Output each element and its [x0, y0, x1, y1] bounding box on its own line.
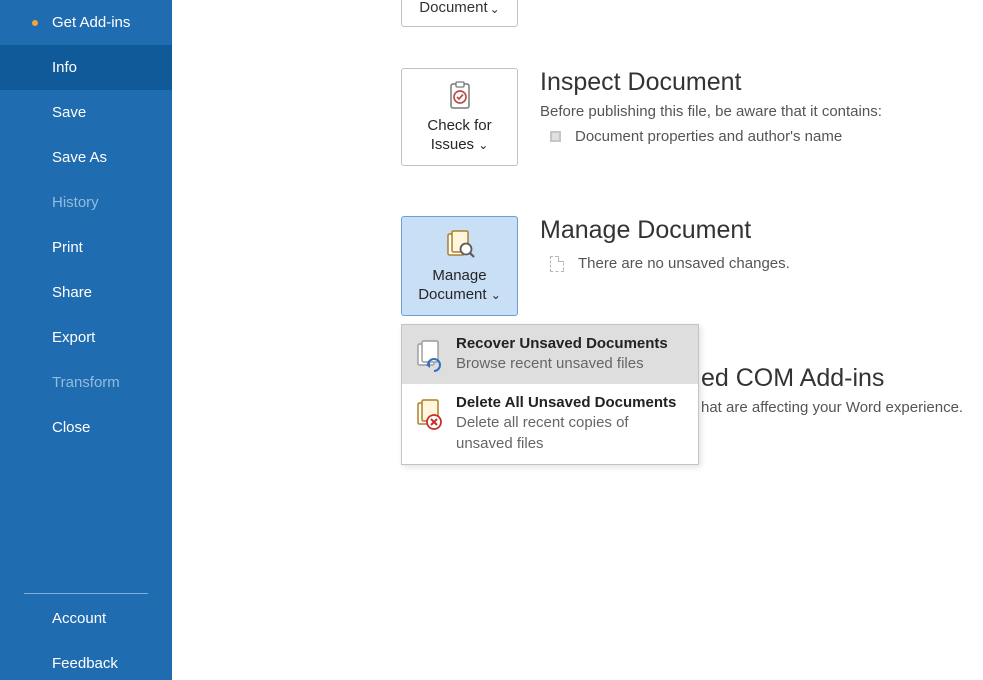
delete-unsaved-item[interactable]: Delete All Unsaved Documents Delete all … — [402, 384, 698, 464]
inspect-bullet-text: Document properties and author's name — [575, 128, 842, 145]
com-addins-desc: hat are affecting your Word experience. — [701, 399, 963, 416]
manage-document-section: Manage Document ⌄ Manage Document There … — [401, 216, 790, 316]
sidebar-item-label: Transform — [52, 374, 120, 391]
sidebar-item-transform: Transform — [0, 360, 172, 405]
sidebar-item-label: Share — [52, 284, 92, 301]
sidebar-item-label: Get Add-ins — [52, 14, 130, 31]
protect-document-button[interactable]: Document ⌄ — [401, 0, 518, 27]
sidebar-item-get-addins[interactable]: Get Add-ins — [0, 0, 172, 45]
inspect-document-desc: Before publishing this file, be aware th… — [540, 103, 882, 120]
delete-documents-icon — [412, 394, 446, 432]
sidebar-item-history: History — [0, 180, 172, 225]
sidebar-item-info[interactable]: Info — [0, 45, 172, 90]
chevron-down-icon: ⌄ — [478, 138, 488, 152]
dropdown-item-title: Delete All Unsaved Documents — [456, 394, 676, 411]
sidebar-item-feedback[interactable]: Feedback — [0, 641, 172, 680]
manage-document-button[interactable]: Manage Document ⌄ — [401, 216, 518, 316]
checklist-icon — [445, 81, 475, 111]
sidebar-item-label: Info — [52, 59, 77, 76]
bullet-icon — [550, 131, 561, 142]
inspect-document-section: Check for Issues ⌄ Inspect Document Befo… — [401, 68, 882, 166]
sidebar-item-label: Save As — [52, 149, 107, 166]
recover-unsaved-item[interactable]: Recover Unsaved Documents Browse recent … — [402, 325, 698, 384]
dropdown-item-desc: Delete all recent copies of unsaved file… — [456, 413, 666, 454]
sidebar-item-label: Account — [52, 610, 106, 627]
sidebar-item-label: Close — [52, 419, 90, 436]
button-label-line1: Check for — [427, 117, 491, 136]
documents-magnify-icon — [444, 229, 476, 261]
manage-document-dropdown: Recover Unsaved Documents Browse recent … — [401, 324, 699, 465]
button-label-line2: Document — [418, 286, 486, 303]
button-label-line1: Manage — [418, 267, 501, 286]
sidebar-item-print[interactable]: Print — [0, 225, 172, 270]
sidebar-item-label: Save — [52, 104, 86, 121]
sidebar-item-label: Export — [52, 329, 95, 346]
dropdown-item-title: Recover Unsaved Documents — [456, 335, 668, 352]
manage-document-desc: There are no unsaved changes. — [578, 255, 790, 272]
sidebar-item-share[interactable]: Share — [0, 270, 172, 315]
sidebar-item-save[interactable]: Save — [0, 90, 172, 135]
sidebar-item-label: History — [52, 194, 99, 211]
chevron-down-icon: ⌄ — [491, 288, 501, 302]
com-addins-title: ed COM Add-ins — [701, 364, 963, 393]
button-label: Document — [419, 0, 487, 15]
main-content: Document ⌄ Check for Issues ⌄ — [172, 0, 983, 680]
sidebar-item-export[interactable]: Export — [0, 315, 172, 360]
inspect-document-title: Inspect Document — [540, 68, 882, 97]
dropdown-item-desc: Browse recent unsaved files — [456, 354, 666, 374]
sidebar-item-save-as[interactable]: Save As — [0, 135, 172, 180]
check-for-issues-button[interactable]: Check for Issues ⌄ — [401, 68, 518, 166]
chevron-down-icon: ⌄ — [490, 3, 500, 15]
recover-documents-icon — [412, 335, 446, 373]
sidebar-item-label: Print — [52, 239, 83, 256]
manage-document-title: Manage Document — [540, 216, 790, 245]
file-menu-sidebar: Get Add-ins Info Save Save As History Pr… — [0, 0, 172, 680]
sidebar-item-close[interactable]: Close — [0, 405, 172, 450]
sidebar-divider — [24, 593, 148, 594]
sidebar-item-account[interactable]: Account — [0, 596, 172, 641]
button-label-line2: Issues — [431, 136, 474, 153]
sidebar-item-label: Feedback — [52, 655, 118, 672]
document-draft-icon — [550, 256, 564, 272]
